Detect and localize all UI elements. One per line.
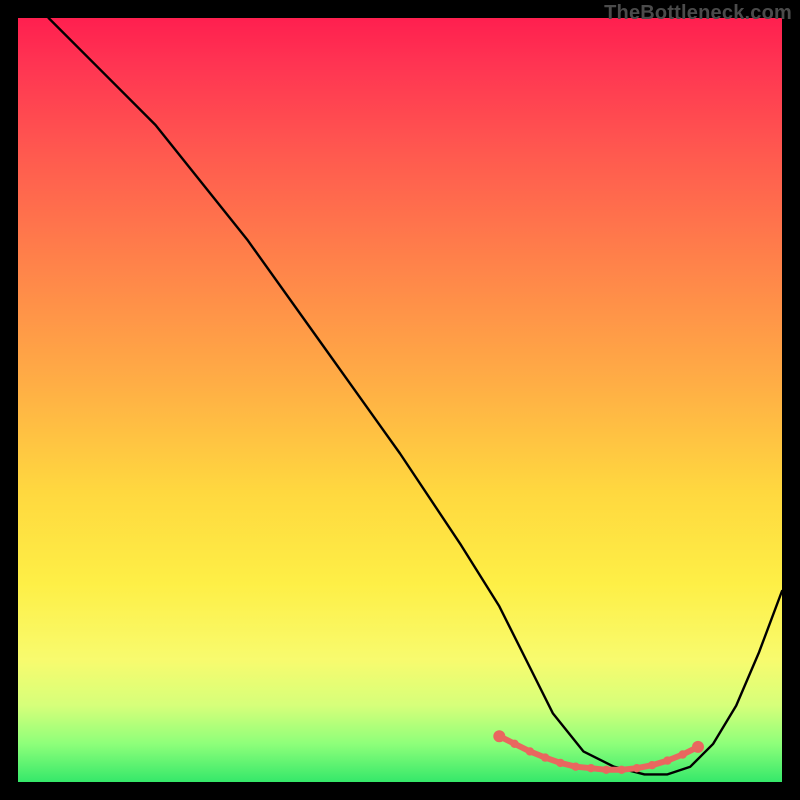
chart-frame: TheBottleneck.com [0, 0, 800, 800]
highlight-dot [541, 753, 549, 761]
optimal-range-dots [493, 730, 704, 774]
highlight-dot [572, 763, 580, 771]
bottleneck-curve [49, 18, 782, 774]
watermark-text: TheBottleneck.com [604, 2, 792, 25]
highlight-dot [617, 766, 625, 774]
plot-area [18, 18, 782, 782]
highlight-dot [692, 741, 704, 753]
highlight-dot [633, 764, 641, 772]
highlight-dot [679, 750, 687, 758]
highlight-dot [602, 766, 610, 774]
highlight-dot [648, 761, 656, 769]
curve-layer [18, 18, 782, 782]
highlight-dot [526, 747, 534, 755]
highlight-dot [663, 756, 671, 764]
highlight-dot [493, 730, 505, 742]
highlight-dot [556, 759, 564, 767]
highlight-dot [587, 764, 595, 772]
highlight-dot [510, 740, 518, 748]
